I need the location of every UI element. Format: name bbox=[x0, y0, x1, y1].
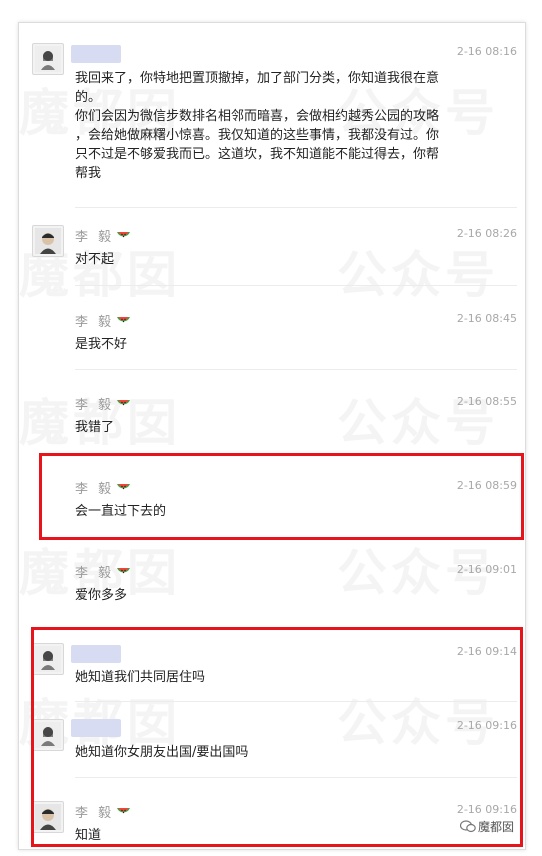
male-avatar bbox=[32, 225, 64, 257]
sender-name-text: 李 毅 bbox=[75, 398, 115, 413]
message-text: 知道 bbox=[75, 828, 102, 843]
sender-name-redacted bbox=[71, 45, 121, 63]
sender-name: 李 毅 bbox=[75, 562, 131, 581]
message-text: 是我不好 bbox=[75, 337, 128, 352]
sender-name-redacted bbox=[71, 719, 121, 737]
message-time: 2-16 08:45 bbox=[456, 312, 517, 325]
message-line: 只不过是不够爱我而已。这道坎，我不知道能不能过得去，你帮 bbox=[75, 147, 440, 162]
sender-name-text: 李 毅 bbox=[75, 566, 115, 581]
footer-brand-text: 魔都囡 bbox=[478, 820, 515, 834]
message-time: 2-16 08:26 bbox=[456, 227, 517, 240]
watermelon-icon bbox=[117, 568, 131, 574]
message-line: 的。 bbox=[75, 90, 102, 105]
watermelon-icon bbox=[117, 317, 131, 323]
message-text: 她知道你女朋友出国/要出国吗 bbox=[75, 745, 249, 760]
message-line: 你们会因为微信步数排名相邻而暗喜，会做相约越秀公园的攻略 bbox=[75, 109, 440, 124]
message-text: 我错了 bbox=[75, 420, 115, 435]
watermark-right: 公众号 bbox=[337, 235, 499, 307]
message-text: 对不起 bbox=[75, 252, 115, 267]
message-divider bbox=[75, 285, 517, 286]
watermelon-icon bbox=[117, 484, 131, 490]
sender-name: 李 毅 bbox=[75, 226, 131, 245]
message-time: 2-16 09:16 bbox=[456, 803, 517, 816]
chat-history-panel: 魔都囡 公众号 魔都囡 公众号 魔都囡 公众号 魔都囡 公众号 魔都囡 公众号 … bbox=[18, 22, 526, 850]
female-avatar bbox=[32, 719, 64, 751]
message-line: ，会给她做麻糬小惊喜。我仅知道的这些事情，我都没有过。你 bbox=[75, 128, 440, 143]
sender-name-text: 李 毅 bbox=[75, 230, 115, 245]
sender-name: 李 毅 bbox=[75, 394, 131, 413]
message-time: 2-16 09:14 bbox=[456, 645, 517, 658]
sender-name: 李 毅 bbox=[75, 802, 131, 821]
message-text: 爱你多多 bbox=[75, 588, 128, 603]
message-divider bbox=[75, 369, 517, 370]
sender-name-text: 李 毅 bbox=[75, 315, 115, 330]
message-text: 会一直过下去的 bbox=[75, 504, 167, 519]
sender-name: 李 毅 bbox=[75, 311, 131, 330]
message-time: 2-16 08:59 bbox=[456, 479, 517, 492]
female-avatar bbox=[32, 643, 64, 675]
message-time: 2-16 09:01 bbox=[456, 563, 517, 576]
message-time: 2-16 08:16 bbox=[456, 45, 517, 58]
message-text: 她知道我们共同居住吗 bbox=[75, 670, 206, 685]
message-line: 我回来了，你特地把置顶撤掉，加了部门分类，你知道我很在意 bbox=[75, 71, 440, 86]
watermelon-icon bbox=[117, 400, 131, 406]
sender-name: 李 毅 bbox=[75, 478, 131, 497]
female-avatar bbox=[32, 43, 64, 75]
message-divider bbox=[75, 701, 517, 702]
message-divider bbox=[75, 777, 517, 778]
message-time: 2-16 09:16 bbox=[456, 719, 517, 732]
sender-name-redacted bbox=[71, 645, 121, 663]
message-time: 2-16 08:55 bbox=[456, 395, 517, 408]
message-text: 我回来了，你特地把置顶撤掉，加了部门分类，你知道我很在意 的。 你们会因为微信步… bbox=[75, 69, 495, 183]
wechat-bubble-icon bbox=[460, 820, 476, 833]
message-divider bbox=[75, 207, 517, 208]
sender-name-text: 李 毅 bbox=[75, 482, 115, 497]
sender-name-text: 李 毅 bbox=[75, 806, 115, 821]
watermelon-icon bbox=[117, 232, 131, 238]
message-line: 帮我 bbox=[75, 166, 102, 181]
male-avatar bbox=[32, 801, 64, 833]
footer-brand: 魔都囡 bbox=[460, 818, 514, 835]
watermelon-icon bbox=[117, 808, 131, 814]
